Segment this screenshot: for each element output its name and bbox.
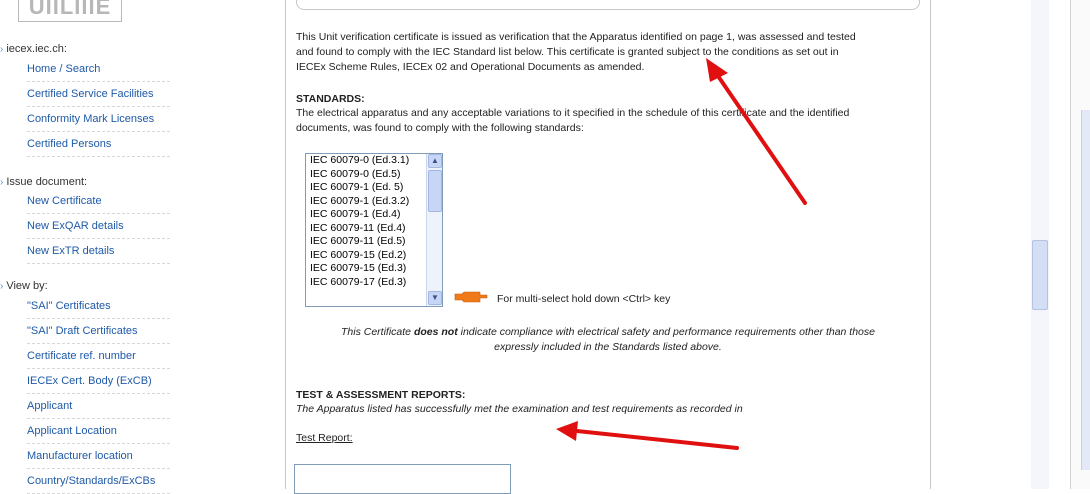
- standards-line: The electrical apparatus and any accepta…: [296, 107, 850, 119]
- intro-paragraph: This Unit verification certificate is is…: [296, 30, 856, 75]
- standards-option[interactable]: IEC 60079-11 (Ed.4): [306, 222, 442, 236]
- standards-option[interactable]: IEC 60079-0 (Ed.3.1): [306, 154, 442, 168]
- standards-option[interactable]: IEC 60079-15 (Ed.2): [306, 249, 442, 263]
- standards-paragraph: The electrical apparatus and any accepta…: [296, 106, 849, 136]
- standards-option[interactable]: IEC 60079-11 (Ed.5): [306, 235, 442, 249]
- disclaimer-paragraph: This Certificate does not indicate compl…: [296, 325, 920, 355]
- standards-option[interactable]: IEC 60079-1 (Ed. 5): [306, 181, 442, 195]
- pointing-hand-icon: [454, 291, 488, 303]
- listbox-scroll-thumb[interactable]: [428, 170, 442, 212]
- standards-listbox[interactable]: IEC 60079-0 (Ed.3.1) IEC 60079-0 (Ed.5) …: [305, 153, 443, 307]
- sidebar-item-sai-certificates[interactable]: "SAI" Certificates: [27, 294, 170, 319]
- standards-heading: STANDARDS:: [296, 93, 365, 105]
- sidebar-group-label: iecex.iec.ch:: [6, 43, 67, 55]
- sidebar-item-iecex-cert-body[interactable]: IECEx Cert. Body (ExCB): [27, 369, 170, 394]
- sidebar-group-iecex: › iecex.iec.ch:: [0, 43, 67, 55]
- intro-line: IECEx Scheme Rules, IECEx 02 and Operati…: [296, 61, 645, 73]
- site-logo: UIILIIIE: [18, 0, 122, 22]
- sidebar-item-new-certificate[interactable]: New Certificate: [27, 189, 170, 214]
- intro-line: and found to comply with the IEC Standar…: [296, 46, 839, 58]
- sidebar-item-manufacturer-location[interactable]: Manufacturer location: [27, 444, 170, 469]
- sidebar-item-applicant-location[interactable]: Applicant Location: [27, 419, 170, 444]
- sidebar-item-applicant[interactable]: Applicant: [27, 394, 170, 419]
- sidebar-group-label: View by:: [6, 280, 48, 292]
- reports-paragraph: The Apparatus listed has successfully me…: [296, 403, 743, 415]
- standards-option[interactable]: IEC 60079-15 (Ed.3): [306, 262, 442, 276]
- window-scrollbar[interactable]: [1070, 0, 1090, 489]
- disclaimer-post: indicate compliance with electrical safe…: [457, 326, 875, 338]
- test-report-box[interactable]: [294, 464, 511, 494]
- multiselect-hint: For multi-select hold down <Ctrl> key: [497, 293, 671, 305]
- sidebar-group-view: › View by:: [0, 280, 48, 292]
- sidebar-item-country-standards-excbs[interactable]: Country/Standards/ExCBs: [27, 469, 170, 494]
- listbox-scrollbar[interactable]: ▲ ▼: [426, 154, 442, 306]
- content-scrollbar[interactable]: [1031, 0, 1049, 489]
- disclaimer-emphasis: does not: [413, 326, 458, 338]
- sidebar: UIILIIIE › iecex.iec.ch: Home / Search Ce…: [0, 0, 170, 494]
- chevron-right-icon: ›: [0, 177, 4, 188]
- disclaimer-pre: This Certificate: [341, 326, 414, 338]
- chevron-right-icon: ›: [0, 281, 4, 292]
- intro-line: This Unit verification certificate is is…: [296, 31, 856, 43]
- sidebar-item-conformity-mark-licenses[interactable]: Conformity Mark Licenses: [27, 107, 170, 132]
- sidebar-item-certified-persons[interactable]: Certified Persons: [27, 132, 170, 157]
- standards-line: documents, was found to comply with the …: [296, 122, 584, 134]
- reports-heading: TEST & ASSESSMENT REPORTS:: [296, 389, 466, 401]
- sidebar-item-new-extr-details[interactable]: New ExTR details: [27, 239, 170, 264]
- sidebar-group-label: Issue document:: [6, 176, 88, 188]
- scroll-up-icon[interactable]: ▲: [428, 154, 442, 168]
- standards-option[interactable]: IEC 60079-1 (Ed.3.2): [306, 195, 442, 209]
- chevron-right-icon: ›: [0, 44, 4, 55]
- content-scroll-thumb[interactable]: [1032, 240, 1048, 310]
- test-report-label: Test Report:: [296, 432, 353, 444]
- sidebar-item-sai-draft-certificates[interactable]: "SAI" Draft Certificates: [27, 319, 170, 344]
- sidebar-group-issue: › Issue document:: [0, 176, 87, 188]
- standards-option[interactable]: IEC 60079-1 (Ed.4): [306, 208, 442, 222]
- sidebar-item-certificate-ref-number[interactable]: Certificate ref. number: [27, 344, 170, 369]
- window-scroll-thumb[interactable]: [1081, 110, 1090, 470]
- sidebar-item-home-search[interactable]: Home / Search: [27, 57, 170, 82]
- standards-option[interactable]: IEC 60079-17 (Ed.3): [306, 276, 442, 290]
- scroll-down-icon[interactable]: ▼: [428, 291, 442, 305]
- disclaimer-line: expressly included in the Standards list…: [494, 341, 722, 353]
- sidebar-item-new-exqar-details[interactable]: New ExQAR details: [27, 214, 170, 239]
- disclaimer-line: This Certificate does not indicate compl…: [296, 325, 920, 340]
- content-panel-border: [296, 0, 920, 10]
- sidebar-item-certified-service-facilities[interactable]: Certified Service Facilities: [27, 82, 170, 107]
- standards-option[interactable]: IEC 60079-0 (Ed.5): [306, 168, 442, 182]
